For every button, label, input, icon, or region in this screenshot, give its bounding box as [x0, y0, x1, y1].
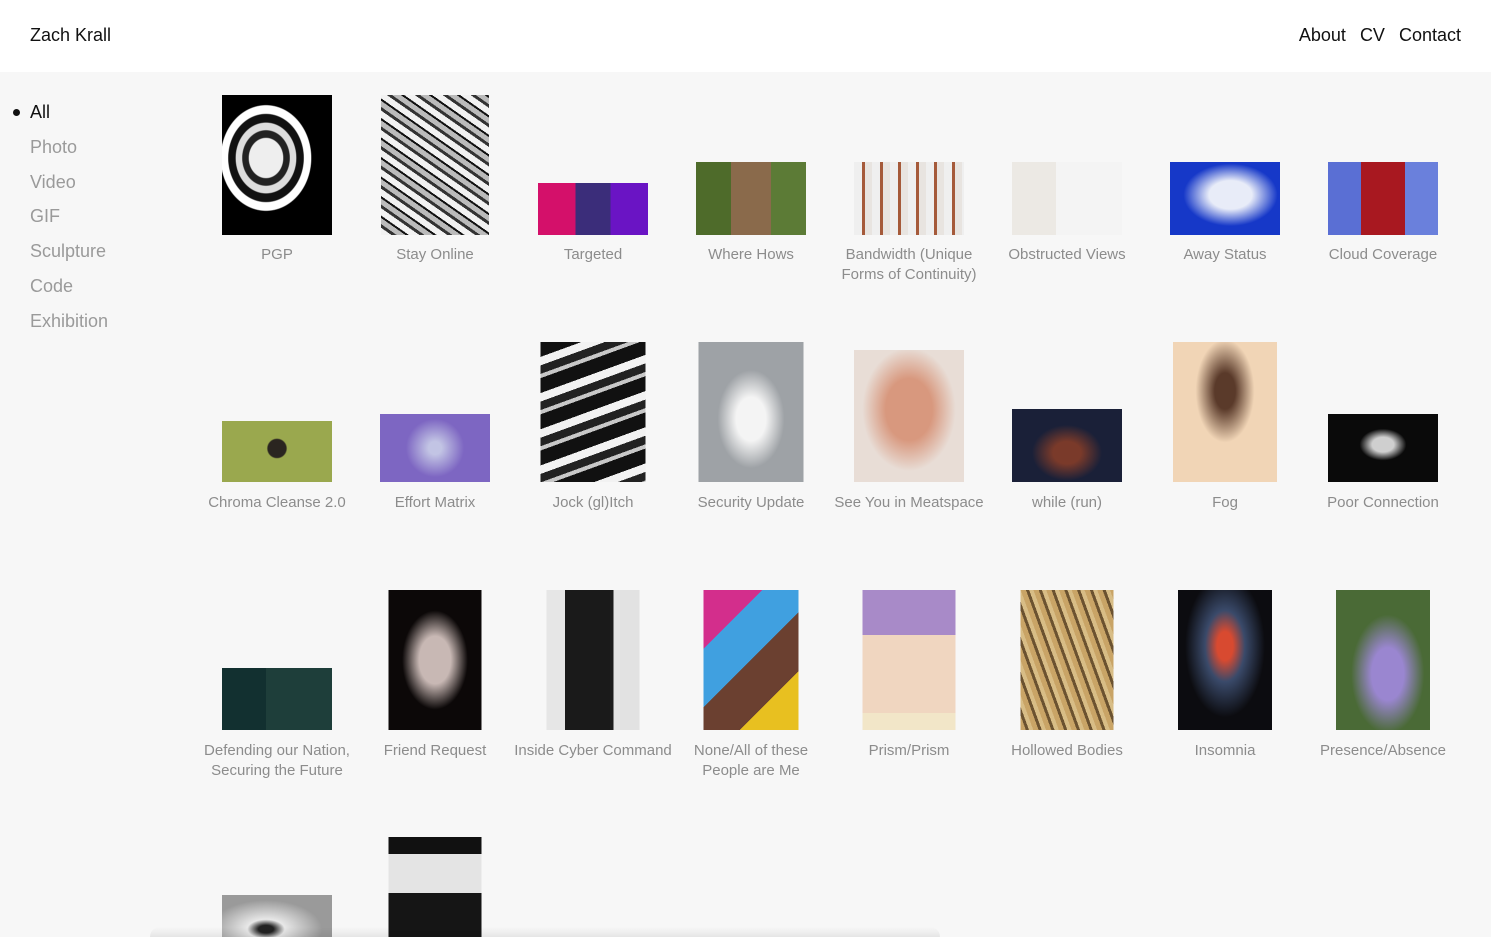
filter-photo[interactable]: Photo	[0, 133, 108, 168]
nav-about[interactable]: About	[1299, 25, 1346, 46]
work-title: Bandwidth (Unique Forms of Continuity)	[841, 246, 977, 283]
work-title: Targeted	[563, 246, 623, 263]
work-item[interactable]: while (run)	[988, 342, 1146, 562]
defending-our-nation-thumbnail	[222, 668, 332, 730]
work-item[interactable]: Friend Request	[356, 590, 514, 810]
filter-all[interactable]: All	[0, 98, 108, 133]
work-item[interactable]: Where Hows	[672, 95, 830, 315]
filter-label: Exhibition	[30, 310, 109, 331]
security-update-thumbnail	[698, 342, 804, 482]
active-bullet-icon	[13, 109, 20, 116]
work-title: Defending our Nation, Securing the Futur…	[204, 742, 350, 779]
filter-label: Sculpture	[30, 241, 107, 262]
chroma-cleanse-thumbnail	[222, 421, 332, 482]
friend-request-thumbnail	[388, 590, 482, 730]
nav-cv[interactable]: CV	[1360, 25, 1385, 46]
work-title: PGP	[261, 246, 293, 263]
black-drip-sculpture-thumbnail	[388, 837, 482, 937]
work-title: Jock (gl)Itch	[552, 494, 634, 511]
nav-contact[interactable]: Contact	[1399, 25, 1461, 46]
work-item[interactable]: Targeted	[514, 95, 672, 315]
work-title: Insomnia	[1194, 742, 1256, 759]
work-item[interactable]: Fog	[1146, 342, 1304, 562]
away-status-thumbnail	[1170, 162, 1280, 235]
category-filter-list: All Photo Video GIF Sculpture Code Exhib…	[0, 98, 108, 342]
inside-cyber-command-thumbnail	[546, 590, 640, 730]
filter-video[interactable]: Video	[0, 168, 108, 203]
work-title: while (run)	[1031, 494, 1103, 511]
poor-connection-thumbnail	[1328, 414, 1438, 482]
work-item[interactable]: Security Update	[672, 342, 830, 562]
obstructed-views-thumbnail	[1012, 162, 1122, 235]
filter-label: Code	[30, 275, 74, 296]
works-grid: PGP Stay Online Targeted Where Hows Band…	[198, 95, 1491, 937]
site-header: Zach Krall About CV Contact	[0, 0, 1491, 72]
work-item[interactable]: Effort Matrix	[356, 342, 514, 562]
work-title: Fog	[1212, 494, 1238, 511]
site-title[interactable]: Zach Krall	[30, 25, 111, 46]
work-title: Cloud Coverage	[1328, 246, 1438, 263]
presence-absence-thumbnail	[1336, 590, 1430, 730]
fog-thumbnail	[1173, 342, 1277, 482]
jock-glitch-thumbnail	[540, 342, 646, 482]
filter-label: Photo	[30, 136, 78, 157]
work-title: Effort Matrix	[394, 494, 476, 511]
work-title: Poor Connection	[1327, 494, 1439, 511]
hollowed-bodies-thumbnail	[1020, 590, 1114, 730]
work-item[interactable]: None/All of these People are Me	[672, 590, 830, 810]
none-all-people-thumbnail	[703, 590, 799, 730]
filter-exhibition[interactable]: Exhibition	[0, 307, 108, 342]
bandwidth-thumbnail	[854, 162, 964, 235]
work-title: Security Update	[697, 494, 805, 511]
where-hows-thumbnail	[696, 162, 806, 235]
filter-label: GIF	[30, 206, 60, 227]
prism-prism-thumbnail	[862, 590, 956, 730]
work-title: Inside Cyber Command	[514, 742, 672, 759]
work-title: Presence/Absence	[1320, 742, 1446, 759]
work-title: Prism/Prism	[868, 742, 950, 759]
work-item[interactable]: Chroma Cleanse 2.0	[198, 342, 356, 562]
filter-sculpture[interactable]: Sculpture	[0, 237, 108, 272]
insomnia-thumbnail	[1178, 590, 1272, 730]
filter-gif[interactable]: GIF	[0, 202, 108, 237]
work-item[interactable]: Bandwidth (Unique Forms of Continuity)	[830, 95, 988, 315]
see-you-in-meatspace-thumbnail	[854, 350, 964, 482]
work-item[interactable]: Away Status	[1146, 95, 1304, 315]
filter-label: Video	[30, 171, 76, 192]
work-title: Chroma Cleanse 2.0	[208, 494, 346, 511]
work-item[interactable]	[198, 837, 356, 937]
work-item[interactable]: Insomnia	[1146, 590, 1304, 810]
work-item[interactable]: Inside Cyber Command	[514, 590, 672, 810]
work-title: Hollowed Bodies	[1011, 742, 1123, 759]
stay-online-thumbnail	[381, 95, 489, 235]
main-nav: About CV Contact	[1299, 25, 1461, 46]
work-item[interactable]: Obstructed Views	[988, 95, 1146, 315]
work-title: Friend Request	[383, 742, 487, 759]
filter-label: All	[30, 102, 51, 122]
work-item[interactable]: Stay Online	[356, 95, 514, 315]
while-run-thumbnail	[1012, 409, 1122, 482]
work-title: Away Status	[1183, 246, 1267, 263]
targeted-thumbnail	[538, 183, 648, 235]
work-item[interactable]: Presence/Absence	[1304, 590, 1462, 810]
work-title: Where Hows	[708, 246, 794, 263]
work-item[interactable]: Jock (gl)Itch	[514, 342, 672, 562]
work-title: See You in Meatspace	[834, 494, 984, 511]
work-item[interactable]: Cloud Coverage	[1304, 95, 1462, 315]
pgp-thumbnail	[222, 95, 332, 235]
work-item[interactable]: Defending our Nation, Securing the Futur…	[198, 590, 356, 830]
work-title: Stay Online	[396, 246, 474, 263]
filter-code[interactable]: Code	[0, 272, 108, 307]
work-item[interactable]: PGP	[198, 95, 356, 315]
work-item[interactable]: Hollowed Bodies	[988, 590, 1146, 810]
work-item[interactable]: See You in Meatspace	[830, 342, 988, 562]
work-item[interactable]: Poor Connection	[1304, 342, 1462, 562]
work-title: Obstructed Views	[1008, 246, 1126, 263]
work-item[interactable]: Prism/Prism	[830, 590, 988, 810]
scroll-shadow	[150, 927, 940, 937]
work-item[interactable]	[356, 837, 514, 937]
work-title: None/All of these People are Me	[693, 742, 809, 779]
cloud-coverage-thumbnail	[1328, 162, 1438, 235]
effort-matrix-thumbnail	[380, 414, 490, 482]
